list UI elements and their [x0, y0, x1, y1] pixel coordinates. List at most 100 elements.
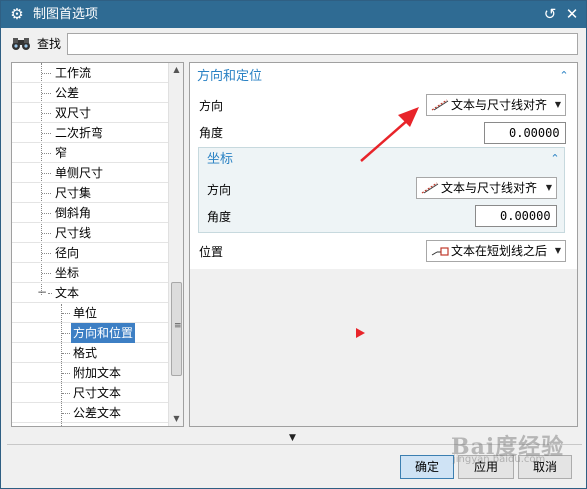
tree-item-label: 单侧尺寸: [55, 166, 104, 180]
tree-connector: [42, 193, 51, 194]
ok-button[interactable]: 确定: [400, 455, 454, 479]
tree-item-label: 径向: [55, 246, 80, 260]
grip-icon: ≡: [174, 321, 182, 331]
collapse-subsection-icon[interactable]: ⌃: [549, 153, 561, 165]
section-title: 方向和定位: [197, 69, 263, 84]
tree-connector: [62, 353, 70, 354]
tree-item[interactable]: 尺寸集: [12, 183, 169, 203]
preference-tree[interactable]: 工作流 公差 双尺寸 二次折弯窄单侧尺寸 尺寸集 倒斜角 尺寸线 径向 坐标 − 文本 单位 方向和位置…: [11, 62, 184, 427]
tree-item-label: 附加文本: [73, 366, 122, 380]
tree-item[interactable]: 尺寸文本: [12, 383, 169, 403]
angle-label: 角度: [199, 126, 224, 140]
tree-connector: [42, 133, 51, 134]
tree-item-label: 格式: [73, 346, 98, 360]
scroll-up-icon[interactable]: ▲: [169, 63, 183, 77]
dropdown-arrow-icon: ▼: [554, 100, 561, 109]
tree-item-label: 尺寸文本: [73, 386, 122, 400]
tree-item[interactable]: 单侧尺寸: [12, 163, 169, 183]
search-row: 查找: [1, 29, 586, 59]
tree-connector: [62, 413, 70, 414]
expand-down-icon[interactable]: ▼: [289, 433, 296, 443]
orientation-label: 方向: [199, 99, 224, 113]
tree-scrollbar[interactable]: ▲ ≡ ▼: [168, 63, 183, 426]
aligned-text-icon: [431, 99, 449, 111]
tree-connector: [42, 273, 51, 274]
position-label: 位置: [199, 245, 224, 259]
coordinate-orientation-value: 文本与尺寸线对齐: [441, 181, 538, 195]
coordinate-angle-label: 角度: [207, 210, 232, 224]
collapse-node-icon[interactable]: −: [37, 286, 47, 298]
position-dropdown[interactable]: 文本在短划线之后 ▼: [426, 240, 566, 262]
coordinate-angle-field[interactable]: 0.00000: [475, 205, 557, 227]
reset-icon[interactable]: ↺: [541, 5, 559, 23]
tree-connector: [42, 153, 51, 154]
tree-connector: [62, 373, 70, 374]
coordinate-orientation-label: 方向: [207, 183, 232, 197]
tree-connector: [62, 313, 70, 314]
collapse-section-icon[interactable]: ⌃: [558, 70, 570, 82]
tree-item[interactable]: − 文本: [12, 283, 169, 303]
tree-item[interactable]: 公差: [12, 83, 169, 103]
binoculars-icon: [12, 38, 30, 50]
tree-item[interactable]: 倒斜角: [12, 203, 169, 223]
tree-item[interactable]: 格式: [12, 343, 169, 363]
scroll-thumb[interactable]: ≡: [171, 282, 182, 376]
coordinate-angle-value: 0.00000: [500, 209, 551, 223]
tree-item[interactable]: 坐标: [12, 263, 169, 283]
tree-connector: [48, 293, 52, 294]
scroll-down-icon[interactable]: ▼: [169, 412, 183, 426]
tree-connector: [42, 113, 51, 114]
tree-item[interactable]: 径向: [12, 243, 169, 263]
search-input[interactable]: [67, 33, 578, 55]
tree-item-label: 工作流: [55, 66, 92, 80]
watermark-url: jingyan.baidu.com: [453, 454, 546, 465]
angle-field[interactable]: 0.00000: [484, 122, 566, 144]
tree-connector: [42, 93, 51, 94]
tree-item[interactable]: 附加文本: [12, 363, 169, 383]
tree-connector: [42, 253, 51, 254]
tree-item[interactable]: 窄: [12, 143, 169, 163]
window-title: 制图首选项: [33, 7, 99, 22]
tree-item-label: 坐标: [55, 266, 80, 280]
tree-connector: [42, 213, 51, 214]
preferences-dialog: ⚙ 制图首选项 ↺ ✕ 查找 工作流公差双尺寸二次折弯窄单侧尺寸尺寸集倒斜角尺寸…: [0, 0, 587, 489]
tree-item[interactable]: 方向和位置: [12, 323, 169, 343]
tree-item-label: 文本: [55, 286, 80, 300]
close-icon[interactable]: ✕: [563, 5, 581, 23]
orientation-value: 文本与尺寸线对齐: [451, 98, 548, 112]
tree-item-label: 双尺寸: [55, 106, 92, 120]
tree-item[interactable]: 公差文本: [12, 403, 169, 423]
tree-item-label: 尺寸线: [55, 226, 92, 240]
tree-item-label: 窄: [55, 146, 68, 160]
orientation-dropdown[interactable]: 文本与尺寸线对齐 ▼: [426, 94, 566, 116]
tree-connector: [42, 233, 51, 234]
tree-item-label: 尺寸集: [55, 186, 92, 200]
title-bar: ⚙ 制图首选项 ↺ ✕: [1, 1, 586, 28]
tree-item-label: 二次折弯: [55, 126, 104, 140]
text-after-stub-icon: [431, 247, 449, 256]
tree-item-label: 公差文本: [73, 406, 122, 420]
tree-item-label: 单位: [73, 306, 98, 320]
dropdown-arrow-icon: ▼: [554, 246, 561, 255]
tree-item-label: 方向和位置: [71, 323, 136, 343]
tree-connector: [42, 173, 51, 174]
tree-item[interactable]: 单位: [12, 303, 169, 323]
tree-connector: [62, 393, 70, 394]
tree-item[interactable]: 尺寸线: [12, 223, 169, 243]
aligned-text-icon: [421, 182, 439, 194]
tree-item-label: 公差: [55, 86, 80, 100]
settings-panel: 方向和定位 ⌃ 方向 文本与尺寸线对齐 ▼ 角度 0.00000 坐标 ⌃ 方向…: [189, 62, 578, 427]
tree-connector: [62, 333, 70, 334]
tree-item[interactable]: 双尺寸: [12, 103, 169, 123]
tree-item[interactable]: 二次折弯: [12, 123, 169, 143]
angle-value: 0.00000: [509, 126, 560, 140]
tree-item-label: 倒斜角: [55, 206, 92, 220]
dropdown-arrow-icon: ▼: [545, 183, 552, 192]
coordinate-orientation-dropdown[interactable]: 文本与尺寸线对齐 ▼: [416, 177, 557, 199]
panel-empty-area: [190, 269, 577, 426]
tree-item[interactable]: 工作流: [12, 63, 169, 83]
gear-icon: ⚙: [10, 5, 24, 23]
search-label: 查找: [37, 37, 62, 51]
tree-connector: [42, 73, 51, 74]
subsection-title: 坐标: [207, 152, 234, 167]
